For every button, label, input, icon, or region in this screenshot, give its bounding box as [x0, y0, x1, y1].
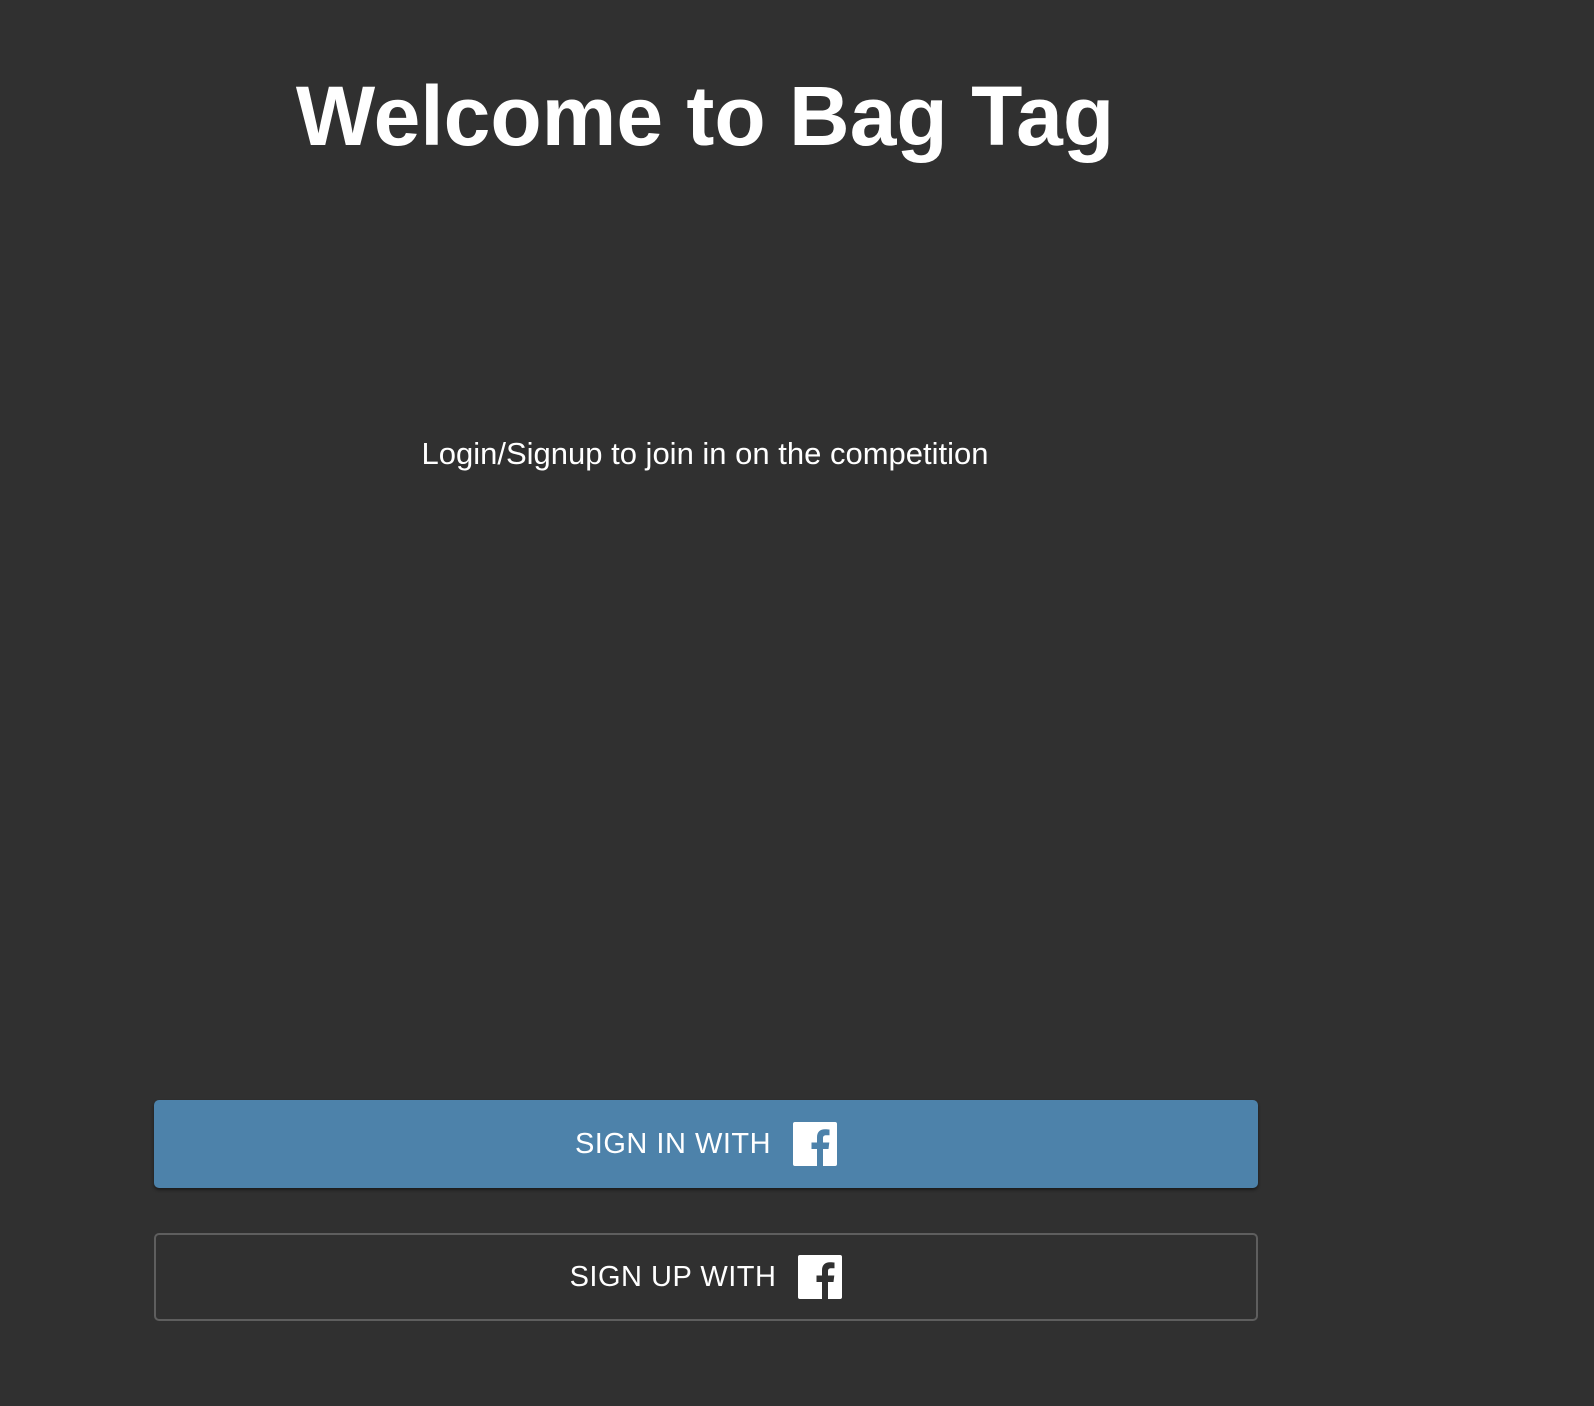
facebook-icon — [793, 1122, 838, 1166]
sign-in-with-facebook-button[interactable]: SIGN IN WITH — [154, 1100, 1258, 1188]
page-title: Welcome to Bag Tag — [295, 69, 1115, 163]
sign-up-with-facebook-button[interactable]: SIGN UP WITH — [154, 1233, 1258, 1321]
subtitle-text: Login/Signup to join in on the competiti… — [421, 436, 989, 471]
sign-in-button-label: SIGN IN WITH — [574, 1127, 772, 1160]
sign-up-button-label: SIGN UP WITH — [569, 1260, 777, 1293]
facebook-icon — [798, 1255, 843, 1299]
